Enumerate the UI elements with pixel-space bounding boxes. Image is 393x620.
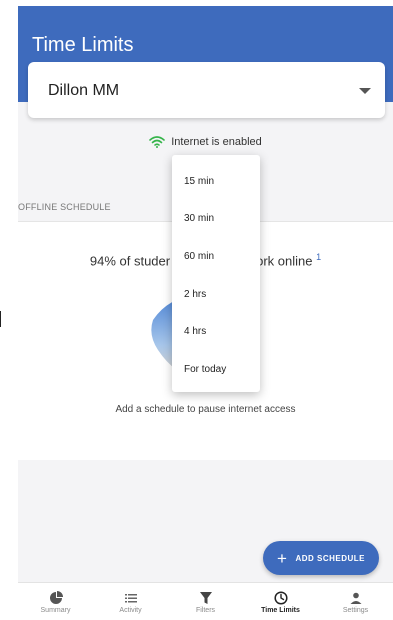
nav-item-activity[interactable]: Activity <box>93 583 168 620</box>
caret-down-icon <box>359 88 371 94</box>
person-icon <box>350 592 361 604</box>
clock-icon <box>273 590 288 605</box>
nav-label: Time Limits <box>261 606 300 614</box>
add-schedule-label: ADD SCHEDULE <box>295 553 365 563</box>
nav-label: Activity <box>119 606 142 614</box>
nav-label: Filters <box>195 606 216 614</box>
nav-item-time-limits[interactable]: Time Limits <box>243 583 318 620</box>
card-caption: Add a schedule to pause internet access <box>115 404 296 415</box>
headline-left: 94% of studer <box>89 253 171 269</box>
nav-item-filters[interactable]: Filters <box>168 583 243 620</box>
bottom-navigation: Summary Activity Filters Time Limits Set… <box>18 582 393 620</box>
footnote-link[interactable]: 1 <box>316 252 321 262</box>
menu-option-30-min[interactable]: 30 min <box>184 213 214 224</box>
menu-option-for-today[interactable]: For today <box>184 364 226 375</box>
plus-icon: + <box>277 548 288 568</box>
menu-option-2-hrs[interactable]: 2 hrs <box>184 289 206 300</box>
list-icon <box>124 593 137 602</box>
status-text: Internet is enabled <box>171 136 262 148</box>
nav-item-settings[interactable]: Settings <box>318 583 393 620</box>
menu-option-60-min[interactable]: 60 min <box>184 251 214 262</box>
menu-option-15-min[interactable]: 15 min <box>184 176 214 187</box>
nav-label: Settings <box>342 606 369 614</box>
internet-status: Internet is enabled <box>18 136 393 148</box>
time-limit-menu: 15 min 30 min 60 min 2 hrs 4 hrs For tod… <box>172 155 260 392</box>
nav-item-summary[interactable]: Summary <box>18 583 93 620</box>
headline-right: ork online <box>256 253 313 269</box>
edge-marker <box>0 311 1 327</box>
filter-icon <box>199 591 212 604</box>
nav-label: Summary <box>40 606 71 614</box>
page-title: Time Limits <box>32 34 134 56</box>
selected-user: Dillon MM <box>48 82 120 99</box>
wifi-icon <box>149 136 166 148</box>
menu-option-4-hrs[interactable]: 4 hrs <box>184 326 206 337</box>
user-select-dropdown[interactable]: Dillon MM <box>28 62 385 118</box>
add-schedule-button[interactable]: + ADD SCHEDULE <box>263 541 379 575</box>
section-label: OFFLINE SCHEDULE <box>18 202 111 212</box>
pie-chart-icon <box>49 590 63 604</box>
